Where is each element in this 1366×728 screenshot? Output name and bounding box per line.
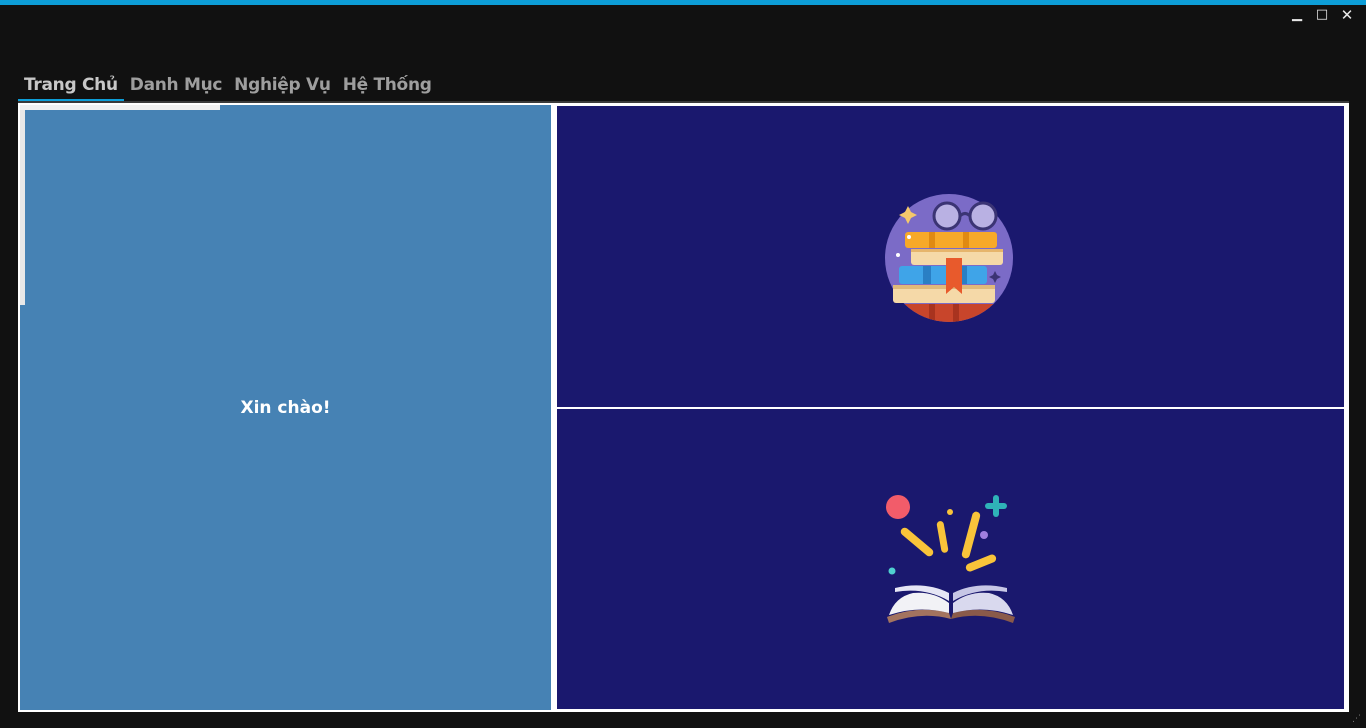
open-book-sparkle-icon: [886, 495, 1015, 623]
resize-grip-icon[interactable]: ⋰: [1352, 714, 1362, 724]
greeting-text: Xin chào!: [240, 397, 331, 418]
tab-danh-muc[interactable]: Danh Mục: [124, 70, 228, 102]
top-illustration-panel: [557, 106, 1344, 407]
home-content: Xin chào!: [18, 103, 1349, 712]
maximize-icon[interactable]: □: [1314, 7, 1330, 23]
greeting-panel: Xin chào!: [20, 105, 551, 710]
tab-nghiep-vu[interactable]: Nghiệp Vụ: [228, 70, 337, 102]
close-icon[interactable]: ✕: [1339, 7, 1355, 23]
main-tab-bar: Trang Chủ Danh Mục Nghiệp Vụ Hệ Thống: [18, 70, 438, 102]
tab-trang-chu[interactable]: Trang Chủ: [18, 70, 124, 102]
tab-he-thong[interactable]: Hệ Thống: [337, 70, 438, 102]
books-stack-glasses-icon: [885, 194, 1013, 322]
bottom-illustration-panel: [557, 409, 1344, 709]
minimize-icon[interactable]: ▁: [1289, 7, 1305, 23]
window-accent-bar: [0, 0, 1366, 5]
